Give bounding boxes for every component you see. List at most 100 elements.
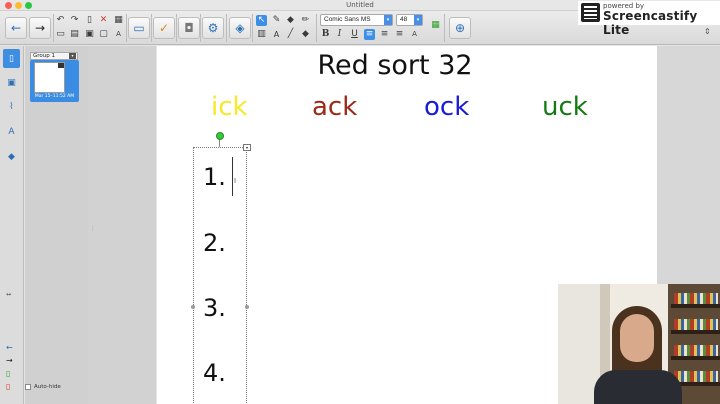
underline-button[interactable]: U xyxy=(349,29,360,40)
magic-pen-tool[interactable]: ✏ xyxy=(300,15,311,26)
screen-shade-button[interactable]: ▤ xyxy=(69,29,80,40)
updown-chevron-icon[interactable]: ⇕ xyxy=(704,27,711,36)
autohide-checkbox[interactable] xyxy=(25,384,31,390)
redo-button[interactable]: ↷ xyxy=(69,15,80,26)
word-uck[interactable]: uck xyxy=(542,92,588,122)
save-button[interactable]: ▣ xyxy=(84,29,95,40)
add-ons-button[interactable]: ⚙ xyxy=(202,17,224,39)
autohide-label: Auto-hide xyxy=(34,384,61,390)
line-tool[interactable]: ╱ xyxy=(285,29,296,40)
presenter-face xyxy=(620,314,654,362)
books xyxy=(674,345,718,356)
tab-properties[interactable]: A xyxy=(3,122,20,141)
link-icon: ⊕ xyxy=(454,21,466,35)
magic-pen-icon: ✏ xyxy=(301,15,310,25)
align-right-button[interactable]: ≡ xyxy=(394,29,405,40)
arrow-right-icon[interactable]: → xyxy=(6,356,13,365)
color-palette-button[interactable]: ▦ xyxy=(430,20,441,31)
align-left-button[interactable]: ≡ xyxy=(364,29,375,40)
eraser-icon: ◆ xyxy=(302,29,309,39)
italic-button[interactable]: I xyxy=(334,29,345,40)
tab-attachments[interactable]: ⌇ xyxy=(3,97,20,116)
expand-panel-icon[interactable]: ↔ xyxy=(6,291,11,298)
word-ick[interactable]: ick xyxy=(211,92,248,122)
chevron-down-icon[interactable]: ▾ xyxy=(69,53,76,59)
font-size-select[interactable]: 48 ▾ xyxy=(396,14,423,26)
previous-page-button[interactable]: ← xyxy=(5,17,27,39)
gear-icon: ⚙ xyxy=(207,21,219,35)
workspace-margin-right xyxy=(657,46,720,284)
autohide-toggle[interactable]: Auto-hide xyxy=(25,384,61,390)
close-icon: ✕ xyxy=(99,15,108,25)
text-tool[interactable]: A xyxy=(271,29,282,40)
ibeam-cursor-icon: I xyxy=(234,177,237,185)
fill-tool[interactable]: ▥ xyxy=(256,29,267,40)
shelf xyxy=(671,304,720,308)
books xyxy=(674,293,718,304)
paperclip-icon: ⌇ xyxy=(9,101,14,112)
display-button[interactable]: ▭ xyxy=(128,17,150,39)
list-number-1: 1. xyxy=(203,163,226,191)
align-center-icon: ≡ xyxy=(380,29,389,39)
eraser-tool[interactable]: ◆ xyxy=(300,29,311,40)
delete-page-icon[interactable]: ▯ xyxy=(6,382,10,391)
resize-handle-right[interactable] xyxy=(245,305,249,309)
bold-button[interactable]: B xyxy=(320,29,331,40)
handwriting-button[interactable]: A xyxy=(113,29,124,40)
paste-icon: ▢ xyxy=(99,29,108,39)
next-page-button[interactable]: → xyxy=(29,17,51,39)
thumbnail-menu-icon[interactable] xyxy=(58,63,64,68)
add-page-icon[interactable]: ▯ xyxy=(6,369,10,378)
puzzle-icon: ◆ xyxy=(8,151,15,162)
align-center-button[interactable]: ≡ xyxy=(379,29,390,40)
shapes-tool[interactable]: ◆ xyxy=(285,15,296,26)
underline-icon: U xyxy=(351,29,358,39)
list-number-3: 3. xyxy=(203,294,226,322)
open-file-button[interactable]: ▭ xyxy=(55,29,66,40)
text-effects-button[interactable]: A xyxy=(409,29,420,40)
chevron-down-icon: ▾ xyxy=(384,15,392,25)
gallery-icon: ▣ xyxy=(7,77,16,88)
font-family-select[interactable]: Comic Sans MS ▾ xyxy=(320,14,393,26)
table-button[interactable]: ▦ xyxy=(113,15,124,26)
link-tool-button[interactable]: ⊕ xyxy=(449,17,471,39)
arrow-right-icon: → xyxy=(34,21,46,35)
camera-button[interactable]: ◘ xyxy=(178,17,200,39)
object-menu-button[interactable]: ▾ xyxy=(243,144,251,151)
pen-tool[interactable]: ✎ xyxy=(271,15,282,26)
italic-icon: I xyxy=(337,29,342,39)
paste-button[interactable]: ▢ xyxy=(98,29,109,40)
new-page-button[interactable]: ▯ xyxy=(84,15,95,26)
tab-gallery[interactable]: ▣ xyxy=(3,73,20,92)
webcam-overlay xyxy=(558,284,720,404)
word-ack[interactable]: ack xyxy=(312,92,357,122)
line-icon: ╱ xyxy=(287,29,294,39)
word-ock[interactable]: ock xyxy=(424,92,469,122)
resize-handle[interactable]: ⋮ xyxy=(90,226,95,232)
checkmark-icon: ✓ xyxy=(158,21,170,35)
books xyxy=(674,319,718,330)
select-tool[interactable]: ↖ xyxy=(256,15,267,26)
tab-add-ons[interactable]: ◆ xyxy=(3,147,20,166)
books xyxy=(674,371,718,382)
film-icon xyxy=(581,3,600,22)
arrow-left-icon[interactable]: ← xyxy=(6,343,13,352)
palette-icon: ▦ xyxy=(431,20,440,30)
shelf xyxy=(671,356,720,360)
rotation-handle[interactable] xyxy=(216,132,224,140)
properties-button[interactable]: ◈ xyxy=(229,17,251,39)
delete-button[interactable]: ✕ xyxy=(98,15,109,26)
screencastify-brand: Screencastify Lite xyxy=(603,9,698,37)
page-icon: ▯ xyxy=(9,53,14,64)
response-button[interactable]: ✓ xyxy=(153,17,175,39)
redo-icon: ↷ xyxy=(70,15,79,25)
folder-icon: ▭ xyxy=(56,29,65,39)
tab-page-sorter[interactable]: ▯ xyxy=(3,49,20,68)
pointer-icon: ↖ xyxy=(257,15,266,25)
undo-button[interactable]: ↶ xyxy=(55,15,66,26)
resize-handle-left[interactable] xyxy=(191,305,195,309)
page-title[interactable]: Red sort 32 xyxy=(157,50,633,81)
presenter-shirt xyxy=(594,370,682,404)
shade-icon: ▤ xyxy=(70,29,79,39)
workspace-margin xyxy=(88,46,156,404)
